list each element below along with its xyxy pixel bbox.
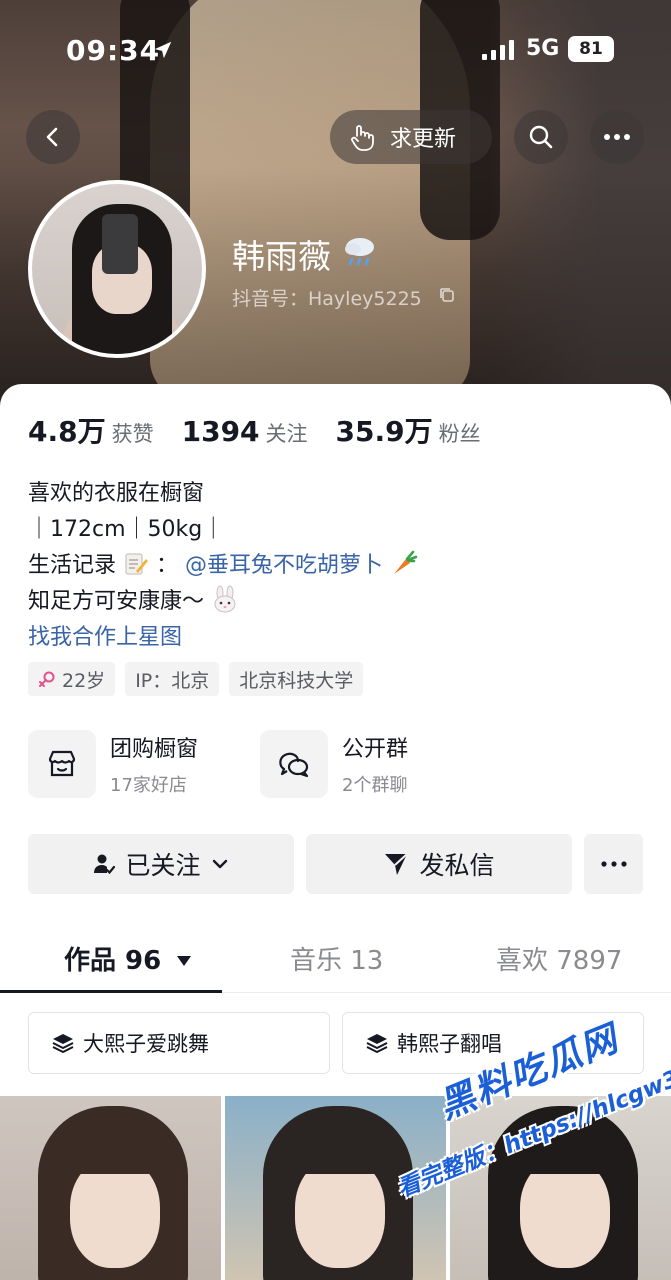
shop-icon: [28, 730, 96, 798]
service-subtitle: 17家好店: [110, 775, 187, 796]
mention-link[interactable]: @垂耳兔不吃胡萝卜: [185, 553, 383, 578]
more-horizontal-icon: [604, 134, 630, 140]
bio-line: 知足方可安康康～: [28, 584, 418, 620]
followed-label: 已关注: [125, 851, 201, 880]
search-button[interactable]: [514, 110, 568, 164]
profile-header-background: 09:34 5G 81 求更新 韩雨薇 抖音号：Hayley5225: [0, 0, 671, 420]
status-time: 09:34: [66, 34, 161, 67]
video-thumbnail[interactable]: [0, 1096, 221, 1280]
age-label: 22岁: [62, 669, 106, 692]
send-icon: [385, 853, 409, 875]
signal-icon: [482, 40, 514, 60]
layers-icon: [366, 1034, 388, 1053]
video-thumbnail[interactable]: [450, 1096, 671, 1280]
active-tab-indicator: [0, 990, 222, 993]
thumbnail-detail: [295, 1158, 385, 1268]
status-bar: 09:34 5G 81: [0, 30, 671, 74]
carrot-icon: [394, 550, 418, 574]
chevron-down-icon: [212, 859, 227, 869]
request-update-label: 求更新: [390, 127, 457, 152]
search-icon: [529, 125, 553, 149]
bio-line: 喜欢的衣服在橱窗: [28, 481, 205, 506]
battery-indicator: 81: [568, 36, 614, 62]
profile-info-card: 4.8万 获赞 1394 关注 35.9万 粉丝 喜欢的衣服在橱窗 ｜172cm…: [0, 384, 671, 1280]
ip-location-tag: IP：北京: [125, 662, 220, 696]
avatar-detail: [102, 214, 138, 274]
collections-row: 大熙子爱跳舞 韩熙子翻唱: [28, 1012, 644, 1074]
rain-cloud-icon: [345, 238, 374, 266]
collection-item[interactable]: 大熙子爱跳舞: [28, 1012, 330, 1074]
thumbnail-detail: [520, 1158, 610, 1268]
caret-down-icon: [177, 956, 192, 966]
followers-count[interactable]: 35.9万: [336, 410, 433, 450]
age-tag: 22岁: [28, 662, 116, 696]
public-group-entry[interactable]: 公开群 2个群聊: [260, 730, 408, 798]
school-tag[interactable]: 北京科技大学: [229, 662, 364, 696]
bio-text: 知足方可安康康～: [28, 589, 205, 614]
chevron-left-icon: [46, 127, 58, 147]
profile-actions: 已关注 发私信: [28, 834, 643, 894]
group-buy-showcase-entry[interactable]: 团购橱窗 17家好店: [28, 730, 198, 798]
back-button[interactable]: [26, 110, 80, 164]
bio-text: ：: [156, 553, 179, 578]
tab-likes[interactable]: 喜欢 7897: [496, 940, 622, 977]
profile-tags: 22岁 IP：北京 北京科技大学: [28, 662, 364, 696]
send-message-label: 发私信: [419, 851, 495, 880]
tab-music[interactable]: 音乐 13: [290, 940, 383, 977]
tab-works[interactable]: 作品 96: [64, 940, 192, 977]
followed-button[interactable]: 已关注: [28, 834, 294, 894]
likes-label: 获赞: [111, 422, 154, 446]
send-message-button[interactable]: 发私信: [306, 834, 572, 894]
copy-icon[interactable]: [438, 286, 456, 304]
likes-count[interactable]: 4.8万: [28, 410, 106, 450]
star-map-cooperation-link[interactable]: 找我合作上星图: [28, 620, 418, 656]
hand-pointer-icon: [351, 125, 374, 151]
location-arrow-icon: [154, 41, 172, 59]
service-title: 团购橱窗: [110, 737, 199, 762]
female-icon: [39, 671, 55, 687]
content-tabs: 作品 96 音乐 13 喜欢 7897: [0, 924, 671, 994]
memo-icon: [125, 553, 149, 575]
profile-nickname: 韩雨薇: [232, 237, 331, 276]
ip-location-label: IP：北京: [135, 669, 210, 692]
bio-text: 生活记录: [28, 553, 117, 578]
following-count[interactable]: 1394: [182, 415, 260, 448]
bio-line: 生活记录 ： @垂耳兔不吃胡萝卜: [28, 548, 418, 584]
layers-icon: [52, 1034, 74, 1053]
school-label: 北京科技大学: [239, 669, 354, 692]
profile-bio: 喜欢的衣服在橱窗 ｜172cm｜50kg｜ 生活记录 ： @垂耳兔不吃胡萝卜 知…: [28, 476, 418, 656]
more-actions-button[interactable]: [584, 834, 643, 894]
request-update-button[interactable]: 求更新: [330, 110, 492, 164]
more-horizontal-icon: [600, 861, 627, 867]
service-subtitle: 2个群聊: [342, 775, 408, 796]
collection-label: 大熙子爱跳舞: [83, 1032, 209, 1056]
video-thumbnail[interactable]: [225, 1096, 446, 1280]
service-title: 公开群: [342, 737, 409, 762]
rabbit-icon: [214, 585, 236, 613]
video-grid: [0, 1096, 671, 1280]
douyin-id: 抖音号：Hayley5225: [232, 288, 422, 310]
followers-label: 粉丝: [438, 422, 481, 446]
profile-stats: 4.8万 获赞 1394 关注 35.9万 粉丝: [28, 410, 509, 450]
chat-bubbles-icon: [260, 730, 328, 798]
following-label: 关注: [265, 422, 308, 446]
thumbnail-detail: [70, 1158, 160, 1268]
user-check-icon: [94, 854, 116, 875]
network-type: 5G: [526, 36, 560, 61]
avatar[interactable]: [28, 180, 206, 358]
collection-item[interactable]: 韩熙子翻唱: [342, 1012, 644, 1074]
collection-label: 韩熙子翻唱: [397, 1032, 502, 1056]
tab-works-label: 作品 96: [64, 946, 162, 976]
more-options-button[interactable]: [590, 110, 644, 164]
bio-line: ｜172cm｜50kg｜: [28, 517, 225, 542]
